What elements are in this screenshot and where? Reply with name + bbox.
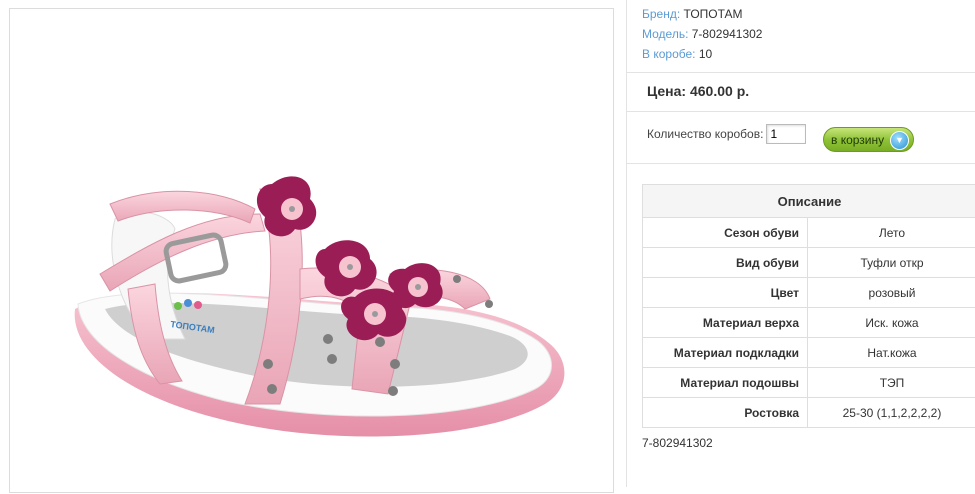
table-row: Материал верха Иск. кожа: [643, 308, 975, 338]
column-divider: [626, 0, 627, 487]
add-to-cart-button[interactable]: в корзину ▼: [823, 127, 914, 152]
attribute-name: Ростовка: [643, 398, 808, 428]
box-value: 10: [699, 47, 712, 61]
sandal-product-photo: ТОПОТАМ: [10, 9, 615, 494]
quantity-label: Количество коробов:: [647, 127, 763, 141]
table-row: Материал подошвы ТЭП: [643, 368, 975, 398]
attribute-name: Сезон обуви: [643, 218, 808, 248]
attribute-value: розовый: [808, 278, 975, 308]
table-row: Вид обуви Туфли откр: [643, 248, 975, 278]
attribute-value: ТЭП: [808, 368, 975, 398]
attribute-name: Материал верха: [643, 308, 808, 338]
quantity-row: Количество коробов:: [647, 124, 806, 144]
price-text: Цена: 460.00 р.: [647, 83, 749, 99]
attribute-name: Материал подкладки: [643, 338, 808, 368]
model-label[interactable]: Модель:: [642, 27, 688, 41]
attribute-value: 25-30 (1,1,2,2,2,2): [808, 398, 975, 428]
product-info: Бренд: ТОПОТАМ Модель: 7-802941302 В кор…: [642, 4, 762, 64]
attribute-value: Туфли откр: [808, 248, 975, 278]
table-row: Сезон обуви Лето: [643, 218, 975, 248]
box-label[interactable]: В коробе:: [642, 47, 696, 61]
basket-icon: ▼: [890, 131, 909, 150]
description-table: Описание Сезон обуви Лето Вид обуви Туфл…: [642, 184, 975, 428]
brand-label[interactable]: Бренд:: [642, 7, 680, 21]
add-to-cart-label: в корзину: [831, 133, 884, 147]
description-title: Описание: [643, 185, 975, 218]
product-code: 7-802941302: [642, 436, 713, 450]
quantity-input[interactable]: [766, 124, 806, 144]
model-line: Модель: 7-802941302: [642, 24, 762, 44]
box-line: В коробе: 10: [642, 44, 762, 64]
divider: [627, 163, 975, 164]
brand-value: ТОПОТАМ: [684, 7, 743, 21]
attribute-value: Иск. кожа: [808, 308, 975, 338]
attribute-name: Цвет: [643, 278, 808, 308]
attribute-name: Вид обуви: [643, 248, 808, 278]
table-row: Цвет розовый: [643, 278, 975, 308]
description-header-row: Описание: [643, 185, 975, 218]
attribute-name: Материал подошвы: [643, 368, 808, 398]
brand-line: Бренд: ТОПОТАМ: [642, 4, 762, 24]
attribute-value: Нат.кожа: [808, 338, 975, 368]
table-row: Ростовка 25-30 (1,1,2,2,2,2): [643, 398, 975, 428]
product-image-frame[interactable]: ТОПОТАМ: [9, 8, 614, 493]
attribute-value: Лето: [808, 218, 975, 248]
divider: [627, 72, 975, 73]
divider: [627, 111, 975, 112]
table-row: Материал подкладки Нат.кожа: [643, 338, 975, 368]
model-value: 7-802941302: [692, 27, 763, 41]
